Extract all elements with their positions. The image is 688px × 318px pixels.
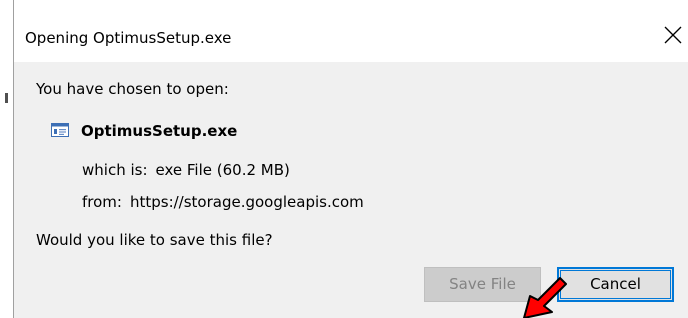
file-type-label: which is:: [82, 161, 148, 179]
dialog-titlebar: Opening OptimusSetup.exe: [14, 0, 688, 62]
chosen-to-open-label: You have chosen to open:: [36, 80, 229, 98]
red-arrow-pointer: [494, 276, 574, 318]
cancel-button[interactable]: Cancel: [557, 267, 674, 302]
close-button[interactable]: [662, 24, 684, 46]
background-window-edge: [0, 0, 14, 318]
opening-file-dialog: Opening OptimusSetup.exe You have chosen…: [14, 0, 688, 318]
file-type-row: which is: exe File (60.2 MB): [82, 159, 290, 181]
close-icon: [664, 26, 682, 44]
dialog-title: Opening OptimusSetup.exe: [25, 29, 232, 47]
window-edge-mark: [5, 93, 8, 103]
application-file-icon: [51, 123, 69, 137]
red-arrow-pointer-icon: [523, 277, 567, 318]
screen: Opening OptimusSetup.exe You have chosen…: [0, 0, 688, 318]
cancel-button-label: Cancel: [590, 275, 641, 293]
file-type-value: exe File (60.2 MB): [155, 161, 290, 179]
file-name: OptimusSetup.exe: [81, 122, 238, 140]
file-source-label: from:: [82, 193, 122, 211]
save-question: Would you like to save this file?: [36, 231, 273, 249]
file-source-row: from: https://storage.googleapis.com: [82, 191, 364, 213]
file-source-value: https://storage.googleapis.com: [129, 193, 364, 211]
